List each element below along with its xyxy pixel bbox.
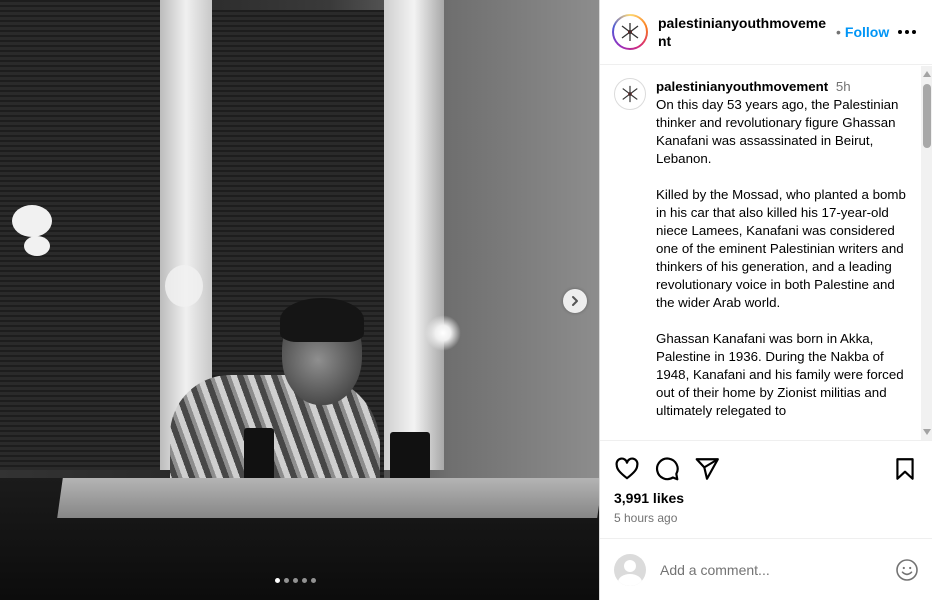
post-actions [614, 456, 918, 482]
post-header: palestinianyouthmovement • Follow [600, 0, 932, 65]
follow-button[interactable]: Follow [845, 24, 889, 40]
heart-icon[interactable] [614, 456, 640, 482]
comment-icon[interactable] [654, 456, 680, 482]
carousel-dot [293, 578, 298, 583]
profile-avatar[interactable] [612, 14, 648, 50]
caption-paragraph: Killed by the Mossad, who planted a bomb… [656, 187, 906, 310]
caption-paragraph: Ghassan Kanafani was born in Akka, Pales… [656, 331, 904, 418]
more-options-icon [898, 30, 902, 34]
caption-scrollbar[interactable] [921, 66, 932, 440]
scroll-down-icon[interactable] [923, 429, 931, 435]
photo-flower [24, 236, 50, 256]
carousel-dot [284, 578, 289, 583]
scroll-up-icon[interactable] [923, 71, 931, 77]
instagram-post-view: palestinianyouthmovement • Follow palest… [0, 0, 932, 600]
bookmark-icon[interactable] [892, 456, 918, 482]
movement-logo-icon [622, 85, 638, 103]
caption-time[interactable]: 5h [836, 79, 851, 94]
carousel-next-button[interactable] [563, 289, 587, 313]
post-photo[interactable] [0, 0, 599, 600]
like-count[interactable]: 3,991 likes [614, 490, 684, 506]
carousel-dot [311, 578, 316, 583]
caption-scroll-area[interactable]: palestinianyouthmovement 5h On this day … [600, 66, 932, 441]
caption-text: palestinianyouthmovement 5h On this day … [656, 78, 906, 438]
photo-cup [244, 428, 274, 483]
photo-lamp-glow [425, 315, 461, 351]
user-avatar [614, 553, 646, 586]
carousel-dot [275, 578, 280, 583]
carousel-dot [302, 578, 307, 583]
photo-window-frame [384, 0, 444, 470]
emoji-icon[interactable] [895, 558, 919, 582]
caption-paragraph: On this day 53 years ago, the Palestinia… [656, 97, 899, 166]
photo-flower [165, 265, 203, 307]
comment-bar [600, 538, 932, 600]
post-timestamp[interactable]: 5 hours ago [614, 511, 677, 525]
share-icon[interactable] [694, 456, 720, 482]
carousel-indicator [275, 578, 316, 583]
caption-avatar[interactable] [614, 78, 646, 110]
photo-person-hair [280, 298, 364, 342]
header-username[interactable]: palestinianyouthmovement [658, 14, 830, 50]
post-sidebar: palestinianyouthmovement • Follow palest… [599, 0, 932, 600]
movement-logo-icon [621, 23, 639, 41]
caption-username[interactable]: palestinianyouthmovement [656, 79, 828, 94]
scrollbar-thumb[interactable] [923, 84, 931, 148]
chevron-right-icon [572, 296, 578, 306]
photo-papers [57, 478, 599, 518]
separator: • [836, 24, 841, 40]
caption: palestinianyouthmovement 5h On this day … [600, 66, 932, 438]
comment-input[interactable] [658, 560, 895, 579]
more-options-button[interactable] [894, 26, 920, 38]
photo-flower [12, 205, 52, 237]
